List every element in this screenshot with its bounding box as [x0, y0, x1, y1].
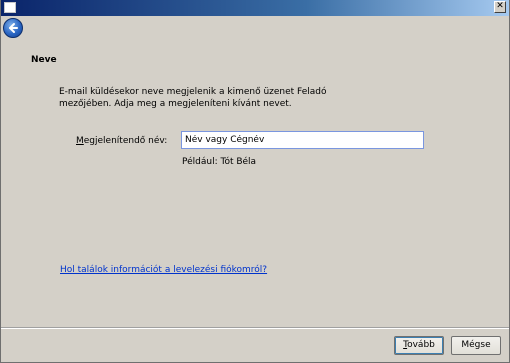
close-icon: ✕	[496, 1, 504, 11]
close-button[interactable]: ✕	[494, 1, 506, 13]
account-info-help-link[interactable]: Hol találok információt a levelezési fió…	[60, 265, 267, 275]
display-name-input[interactable]	[181, 131, 424, 149]
display-name-label-accesskey: M	[76, 136, 84, 146]
back-button[interactable]	[3, 18, 23, 38]
window-icon[interactable]	[4, 2, 16, 13]
next-button-label: ovább	[407, 340, 435, 350]
display-name-label-text: egjelenítendő név:	[83, 136, 168, 146]
next-button[interactable]: Tovább	[394, 336, 444, 355]
example-hint: Például: Tót Béla	[182, 157, 257, 167]
footer-divider	[1, 327, 509, 329]
back-arrow-icon	[9, 23, 18, 33]
page-title: Neve	[31, 55, 57, 65]
cancel-button[interactable]: Mégse	[451, 336, 501, 355]
dialog-window: ✕ Neve E-mail küldésekor neve megjelenik…	[0, 0, 510, 363]
title-bar[interactable]: ✕	[1, 0, 509, 16]
display-name-label: Megjelenítendő név:	[76, 136, 167, 146]
navigation-bar	[1, 16, 509, 40]
page-description: E-mail küldésekor neve megjelenik a kime…	[59, 87, 327, 109]
